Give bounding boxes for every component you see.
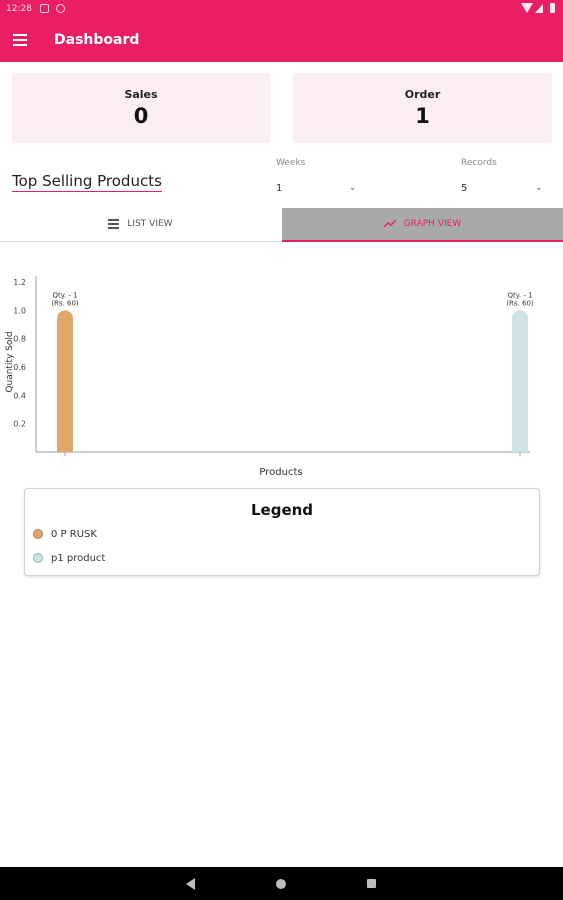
recents-icon[interactable]: [367, 879, 376, 888]
battery-icon: [550, 3, 555, 13]
legend-dot-icon: [33, 529, 43, 539]
y-tick-label: 0.4: [13, 391, 26, 400]
status-bar: 12:28: [0, 0, 563, 20]
view-tabs: LIST VIEW GRAPH VIEW: [0, 208, 563, 242]
y-tick-label: 1.2: [13, 278, 26, 287]
bar-chart: 0.2 0.4 0.6 0.8 1.0 1.2 Quantity Sold Products Q…: [0, 262, 563, 484]
tab-graph-label: GRAPH VIEW: [403, 219, 462, 229]
order-label: Order: [404, 88, 441, 101]
legend-item-label: 0 P RUSK: [51, 529, 97, 540]
chevron-down-icon[interactable]: ⌄: [349, 183, 357, 193]
y-tick-label: 0.2: [13, 420, 26, 429]
order-card: Order 1: [293, 73, 552, 143]
data-label: Qty. - 1: [507, 291, 532, 299]
records-value[interactable]: 5: [461, 183, 467, 194]
section-title: Top Selling Products: [12, 172, 162, 192]
chart-bar: [57, 310, 73, 452]
legend-title: Legend: [250, 501, 314, 519]
chart-bar-base: [57, 442, 73, 452]
sales-value: 0: [133, 104, 149, 128]
tab-list-view[interactable]: LIST VIEW: [0, 208, 281, 242]
y-tick-label: 1.0: [13, 306, 26, 315]
order-value: 1: [415, 104, 430, 128]
weeks-value[interactable]: 1: [276, 183, 282, 194]
chevron-down-icon[interactable]: ⌄: [535, 183, 543, 193]
legend-item: 0 P RUSK: [33, 529, 97, 540]
menu-icon[interactable]: [13, 34, 27, 46]
status-time: 12:28: [6, 4, 32, 14]
chart-bar: [512, 310, 528, 452]
chart-bar-base: [512, 442, 528, 452]
chart-legend: Legend 0 P RUSK p1 product: [24, 488, 540, 576]
records-label: Records: [461, 158, 497, 168]
sales-card: Sales 0: [12, 73, 270, 143]
page-title: Dashboard: [54, 32, 140, 48]
chart-svg: 0.2 0.4 0.6 0.8 1.0 1.2 Quantity Sold Products Q…: [5, 276, 534, 478]
x-axis-label: Products: [259, 467, 302, 478]
legend-dot-icon: [33, 553, 43, 563]
back-icon[interactable]: [186, 878, 195, 890]
list-icon: [108, 219, 120, 229]
y-axis-label: Quantity Sold: [5, 331, 15, 392]
legend-item: p1 product: [33, 553, 105, 564]
system-nav-bar: [0, 867, 563, 900]
data-label: (Rs. 60): [51, 299, 79, 307]
weeks-label: Weeks: [276, 158, 306, 168]
wifi-icon: [521, 3, 533, 13]
sd-card-icon: [40, 4, 49, 13]
y-tick-label: 0.8: [13, 335, 26, 344]
sync-icon: [56, 4, 65, 13]
tab-graph-view[interactable]: GRAPH VIEW: [282, 208, 563, 242]
signal-icon: [535, 4, 543, 13]
trending-icon: [383, 219, 396, 228]
app-bar: Dashboard: [0, 20, 563, 62]
sales-label: Sales: [124, 88, 158, 101]
data-label: Qty. - 1: [52, 291, 77, 299]
y-tick-label: 0.6: [13, 363, 26, 372]
data-label: (Rs. 60): [506, 299, 534, 307]
legend-item-label: p1 product: [51, 553, 106, 564]
tab-list-label: LIST VIEW: [127, 219, 173, 229]
home-icon[interactable]: [276, 879, 286, 889]
